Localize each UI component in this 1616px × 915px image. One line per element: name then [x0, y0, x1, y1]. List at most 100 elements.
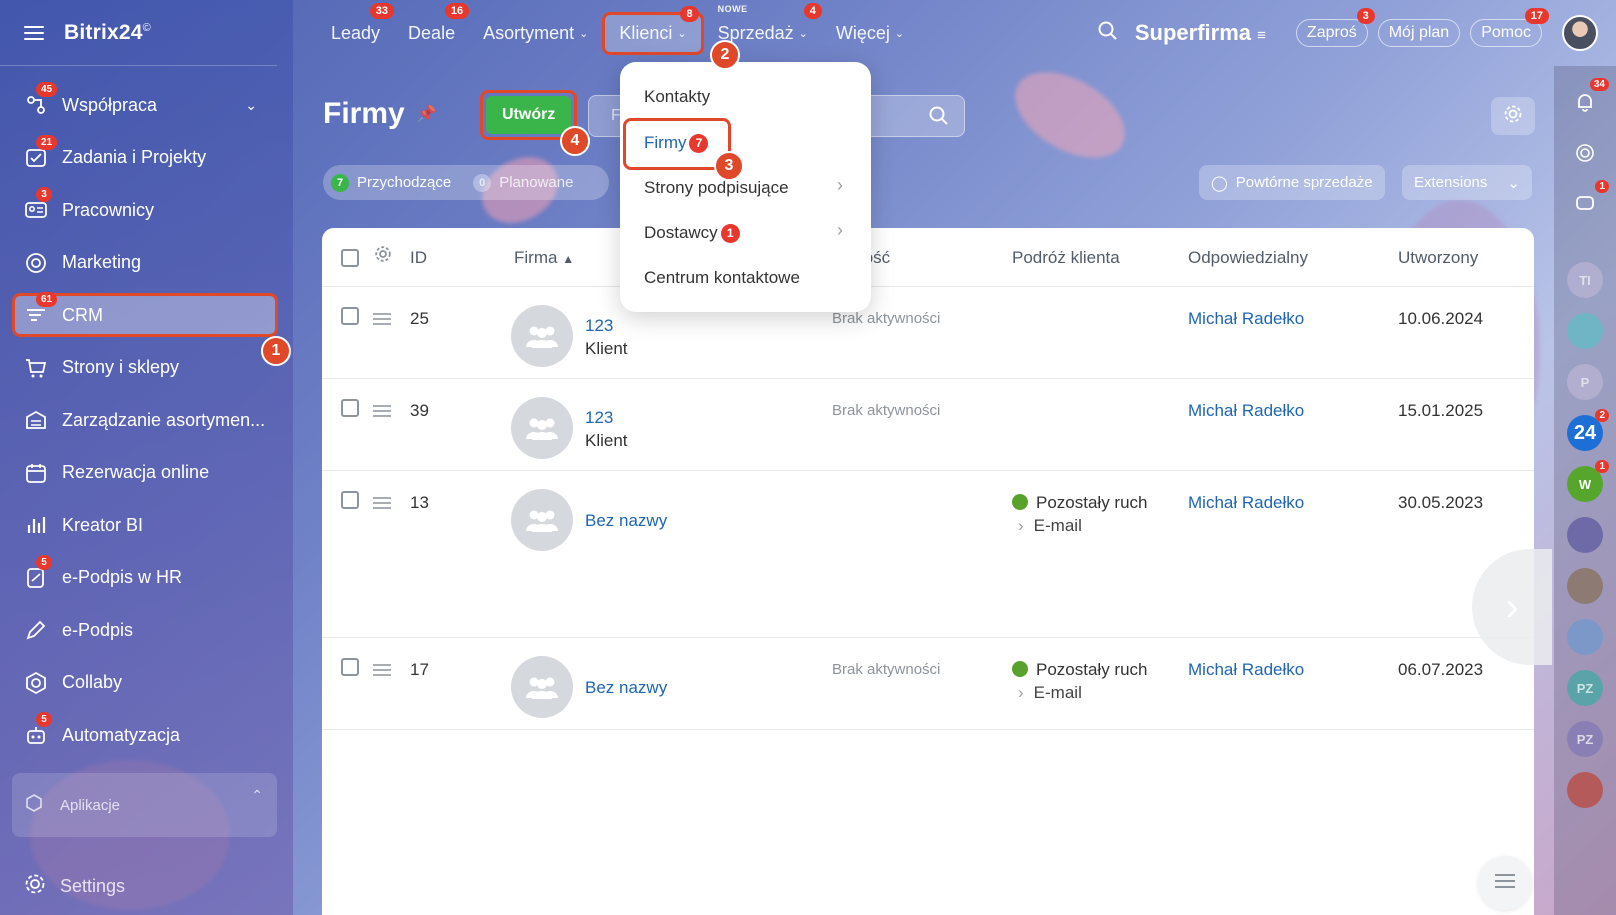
- sidebar-item-automatyzacja[interactable]: 5 Automatyzacja: [0, 709, 293, 762]
- user-avatar-pz[interactable]: PZ: [1567, 670, 1603, 706]
- company-avatar[interactable]: [511, 305, 573, 367]
- sidebar-item-zarządzanie-asortymen[interactable]: Zarządzanie asortymen...: [0, 394, 293, 447]
- avatar-initials: W: [1578, 476, 1592, 492]
- chevron-down-icon[interactable]: ⌄: [245, 97, 257, 114]
- responsible-link[interactable]: Michał Radełko: [1188, 309, 1304, 329]
- user-avatar-p[interactable]: P: [1567, 364, 1603, 400]
- company-name-link[interactable]: Bez nazwy: [585, 678, 667, 698]
- dropdown-item-firmy[interactable]: Firmy 7: [644, 133, 709, 153]
- row-checkbox[interactable]: [341, 491, 359, 509]
- user-avatar-w[interactable]: W1: [1567, 460, 1609, 502]
- bitrix24-icon[interactable]: 24 2: [1567, 409, 1609, 451]
- dropdown-item-strony-podpisujace[interactable]: Strony podpisujące: [644, 178, 789, 198]
- responsible-link[interactable]: Michał Radełko: [1188, 660, 1304, 680]
- nav-label: Asortyment: [483, 22, 575, 43]
- sidebar-item-pracownicy[interactable]: 3 Pracownicy: [0, 184, 293, 237]
- search-icon[interactable]: [928, 105, 950, 132]
- sidebar-item-collaby[interactable]: Collaby: [0, 657, 293, 710]
- sidebar-item-strony-i-sklepy[interactable]: Strony i sklepy: [0, 342, 293, 395]
- nav-deale[interactable]: Deale 16: [408, 2, 470, 44]
- chat-avatar[interactable]: [1567, 517, 1603, 553]
- company-name-link[interactable]: Bez nazwy: [585, 511, 667, 531]
- drag-handle-icon[interactable]: [373, 313, 391, 325]
- sidebar-settings[interactable]: Settings: [24, 873, 125, 900]
- header-created[interactable]: Utworzony: [1398, 248, 1478, 268]
- activity-status[interactable]: Brak aktywności: [832, 402, 940, 419]
- help-button[interactable]: Pomoc 17: [1470, 8, 1549, 47]
- table-row[interactable]: 17 Bez nazwy Brak aktywności Pozostały ruch…: [322, 638, 1534, 730]
- header-responsible[interactable]: Odpowiedzialny: [1188, 248, 1308, 268]
- activity-status[interactable]: Brak aktywności: [832, 661, 940, 678]
- chevron-down-icon: ⌄: [677, 27, 687, 40]
- logo[interactable]: Bitrix24©: [64, 21, 151, 45]
- activity-status[interactable]: Brak aktywności: [832, 310, 940, 327]
- counter-incoming[interactable]: 7 Przychodzące: [331, 173, 451, 192]
- table-row[interactable]: 25 123 Klient Brak aktywności Michał Radełko…: [322, 287, 1534, 379]
- row-checkbox[interactable]: [341, 658, 359, 676]
- drag-handle-icon[interactable]: [373, 664, 391, 676]
- header-id[interactable]: ID: [410, 248, 427, 268]
- user-avatar[interactable]: [1562, 15, 1598, 51]
- chevron-up-icon[interactable]: ⌃: [251, 787, 263, 804]
- chat-avatar[interactable]: [1567, 568, 1603, 604]
- chevron-right-icon[interactable]: ›: [837, 220, 843, 241]
- company-name-link[interactable]: 123: [585, 408, 613, 428]
- list-settings-button[interactable]: [1491, 97, 1535, 135]
- row-checkbox[interactable]: [341, 307, 359, 325]
- chat-icon[interactable]: 1: [1567, 180, 1609, 222]
- repeat-sales-button[interactable]: ◯ Powtórne sprzedaże: [1199, 165, 1385, 200]
- group-chat-icon[interactable]: [1567, 619, 1603, 655]
- dropdown-item-centrum-kontaktowe[interactable]: Centrum kontaktowe: [644, 268, 800, 288]
- target-icon[interactable]: [1567, 135, 1603, 171]
- dropdown-item-dostawcy[interactable]: Dostawcy 1: [644, 223, 740, 243]
- invite-button[interactable]: Zaproś 3: [1295, 8, 1375, 47]
- user-avatar-pz[interactable]: PZ: [1567, 721, 1603, 757]
- sidebar-apps-section[interactable]: Aplikacje ⌃: [12, 773, 277, 837]
- sidebar-item-crm[interactable]: 61 CRM: [0, 289, 293, 342]
- my-plan-button[interactable]: Mój plan: [1377, 19, 1461, 47]
- nav-wiecej[interactable]: Więcej ⌄: [836, 23, 904, 44]
- nav-asortyment[interactable]: Asortyment ⌄: [483, 23, 588, 44]
- list-view-button[interactable]: [1478, 856, 1532, 910]
- user-avatar-ti[interactable]: TI: [1567, 262, 1603, 298]
- drag-handle-icon[interactable]: [373, 497, 391, 509]
- search-icon[interactable]: [1097, 20, 1119, 47]
- nav-leady[interactable]: Leady 33: [331, 2, 395, 44]
- pin-icon[interactable]: 📌: [417, 104, 437, 124]
- table-row[interactable]: 39 123 Klient Brak aktywności Michał Radełko…: [322, 379, 1534, 471]
- dropdown-item-kontakty[interactable]: Kontakty: [644, 87, 710, 107]
- sidebar-item-zadania-i-projekty[interactable]: 21 Zadania i Projekty: [0, 132, 293, 185]
- nav-klienci[interactable]: Klienci ⌄ 8: [602, 5, 704, 55]
- chevron-right-icon[interactable]: ›: [837, 175, 843, 196]
- help-label: Pomoc: [1481, 24, 1531, 41]
- column-settings-icon[interactable]: [374, 245, 392, 268]
- table-row[interactable]: 13 Bez nazwy Pozostały ruch › E-mail Michał R…: [322, 471, 1534, 638]
- company-avatar[interactable]: [511, 489, 573, 551]
- extensions-button[interactable]: Extensions ⌄: [1402, 165, 1532, 200]
- sidebar-item-kreator-bi[interactable]: Kreator BI: [0, 499, 293, 552]
- counter-planned[interactable]: 0 Planowane: [473, 173, 573, 192]
- journey-stage[interactable]: Pozostały ruch: [1012, 493, 1148, 513]
- header-journey[interactable]: Podróż klienta: [1012, 248, 1120, 268]
- select-all-checkbox[interactable]: [341, 249, 359, 267]
- menu-icon[interactable]: [24, 25, 44, 40]
- company-avatar[interactable]: [511, 397, 573, 459]
- responsible-link[interactable]: Michał Radełko: [1188, 401, 1304, 421]
- bell-icon[interactable]: 34: [1567, 78, 1609, 120]
- company-name[interactable]: Superfirma ≡: [1135, 20, 1266, 46]
- sidebar-item-współpraca[interactable]: 45 Współpraca ⌄: [0, 79, 293, 132]
- sidebar-item-e-podpis[interactable]: e-Podpis: [0, 604, 293, 657]
- responsible-link[interactable]: Michał Radełko: [1188, 493, 1304, 513]
- create-button[interactable]: Utwórz: [486, 96, 572, 134]
- sidebar-item-rezerwacja-online[interactable]: Rezerwacja online: [0, 447, 293, 500]
- journey-stage[interactable]: Pozostały ruch: [1012, 660, 1148, 680]
- row-checkbox[interactable]: [341, 399, 359, 417]
- sidebar-item-e-podpis-w-hr[interactable]: 5 e-Podpis w HR: [0, 552, 293, 605]
- video-call-icon[interactable]: [1567, 772, 1603, 808]
- drag-handle-icon[interactable]: [373, 405, 391, 417]
- company-name-link[interactable]: 123: [585, 316, 613, 336]
- chat-avatar[interactable]: [1567, 313, 1603, 349]
- header-firma[interactable]: Firma ▲: [514, 248, 574, 268]
- company-avatar[interactable]: [511, 656, 573, 718]
- sidebar-item-marketing[interactable]: Marketing: [0, 237, 293, 290]
